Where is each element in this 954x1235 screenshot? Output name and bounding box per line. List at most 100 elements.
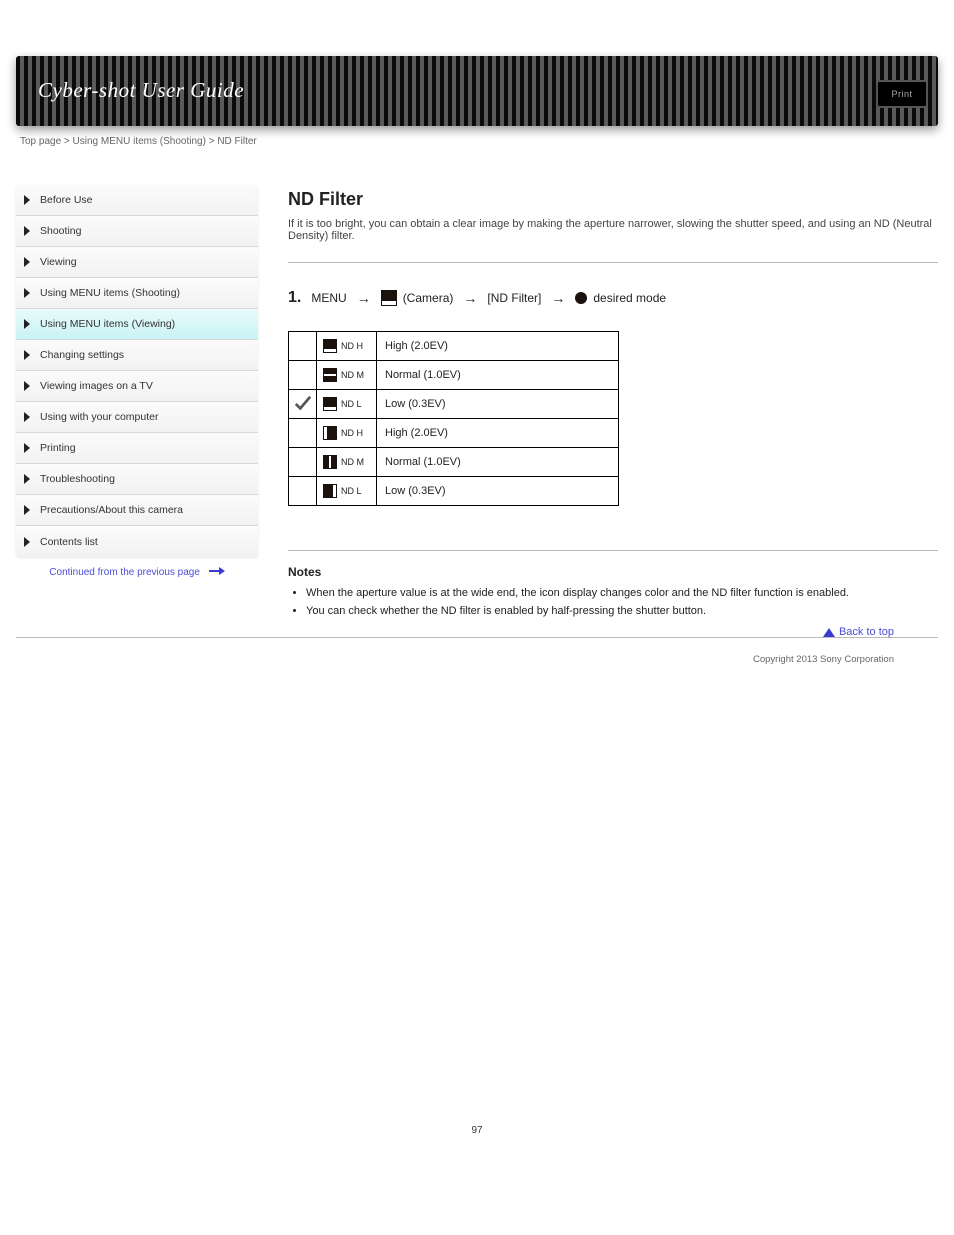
caret-right-icon — [24, 350, 34, 360]
app-title: Cyber-shot User Guide — [38, 78, 244, 103]
sidebar-item-6[interactable]: Viewing images on a TV — [16, 371, 258, 402]
sidebar-item-3[interactable]: Using MENU items (Shooting) — [16, 278, 258, 309]
note-item: When the aperture value is at the wide e… — [306, 587, 938, 599]
table-row: ND L Low (0.3EV) — [289, 477, 619, 506]
sidebar-item-label: Viewing images on a TV — [40, 380, 153, 392]
step-mode: desired mode — [593, 291, 666, 305]
section-sub: If it is too bright, you can obtain a cl… — [288, 218, 938, 242]
nd-icon — [323, 455, 337, 469]
icon-cell: ND H — [317, 332, 377, 361]
check-cell — [289, 332, 317, 361]
label-cell: Normal (1.0EV) — [377, 361, 619, 390]
nd-icon — [323, 339, 337, 353]
sidebar-item-label: Using MENU items (Viewing) — [40, 318, 175, 330]
icon-cell: ND M — [317, 361, 377, 390]
nd-code: ND L — [341, 486, 362, 496]
caret-right-icon — [24, 474, 34, 484]
control-dot-icon — [575, 292, 587, 304]
label-cell: High (2.0EV) — [377, 332, 619, 361]
sidebar-item-label: Printing — [40, 442, 76, 454]
nd-icon — [323, 397, 337, 411]
caret-right-icon — [24, 505, 34, 515]
table-row: ND M Normal (1.0EV) — [289, 361, 619, 390]
options-table: ND HHigh (2.0EV)ND MNormal (1.0EV)ND LLo… — [288, 331, 619, 506]
caret-right-icon — [24, 288, 34, 298]
sidebar-item-label: Viewing — [40, 256, 77, 268]
nd-code: ND H — [341, 341, 363, 351]
label-cell: Normal (1.0EV) — [377, 448, 619, 477]
sidebar-item-9[interactable]: Troubleshooting — [16, 464, 258, 495]
section-title: ND Filter — [288, 189, 938, 210]
sidebar-item-label: Precautions/About this camera — [40, 504, 183, 516]
sidebar-item-10[interactable]: Precautions/About this camera — [16, 495, 258, 526]
nd-icon — [323, 426, 337, 440]
caret-right-icon — [24, 226, 34, 236]
caret-right-icon — [24, 257, 34, 267]
sidebar: Before Use Shooting Viewing Using MENU item… — [16, 185, 258, 557]
nd-icon — [323, 484, 337, 498]
continued-link[interactable]: Continued from the previous page — [16, 567, 258, 578]
check-cell — [289, 419, 317, 448]
caret-right-icon — [24, 412, 34, 422]
sidebar-item-label: Changing settings — [40, 349, 124, 361]
back-to-top[interactable]: Back to top — [823, 626, 894, 638]
sidebar-item-0[interactable]: Before Use — [16, 185, 258, 216]
breadcrumb[interactable]: Top page > Using MENU items (Shooting) >… — [20, 136, 938, 147]
label-cell: Low (0.3EV) — [377, 477, 619, 506]
arrow-icon: → — [463, 290, 477, 306]
continue-arrow-icon — [209, 567, 225, 578]
sidebar-item-8[interactable]: Printing — [16, 433, 258, 464]
copyright: Copyright 2013 Sony Corporation — [16, 654, 938, 665]
sidebar-item-label: Using MENU items (Shooting) — [40, 287, 180, 299]
table-row: ND M Normal (1.0EV) — [289, 448, 619, 477]
back-to-top-label: Back to top — [839, 626, 894, 638]
icon-cell: ND M — [317, 448, 377, 477]
divider — [288, 550, 938, 551]
divider — [288, 262, 938, 263]
arrow-icon: → — [551, 290, 565, 306]
nd-code: ND M — [341, 370, 364, 380]
continued-label: Continued from the previous page — [49, 567, 200, 578]
check-cell — [289, 361, 317, 390]
sidebar-item-2[interactable]: Viewing — [16, 247, 258, 278]
check-cell — [289, 390, 317, 419]
check-cell — [289, 448, 317, 477]
footer: Back to top Copyright 2013 Sony Corporat… — [16, 637, 938, 665]
sidebar-item-label: Using with your computer — [40, 411, 158, 423]
icon-cell: ND L — [317, 390, 377, 419]
table-row: ND H High (2.0EV) — [289, 332, 619, 361]
icon-cell: ND L — [317, 477, 377, 506]
print-button[interactable]: Print — [876, 80, 928, 108]
icon-cell: ND H — [317, 419, 377, 448]
arrow-icon: → — [357, 290, 371, 306]
step-camera: (Camera) — [403, 291, 454, 305]
table-row: ND HHigh (2.0EV) — [289, 419, 619, 448]
camera-icon — [381, 290, 397, 306]
sidebar-item-label: Contents list — [40, 536, 98, 548]
caret-right-icon — [24, 195, 34, 205]
sidebar-item-7[interactable]: Using with your computer — [16, 402, 258, 433]
caret-right-icon — [24, 381, 34, 391]
check-cell — [289, 477, 317, 506]
sidebar-item-5[interactable]: Changing settings — [16, 340, 258, 371]
sidebar-item-4[interactable]: Using MENU items (Viewing) — [16, 309, 258, 340]
sidebar-item-label: Troubleshooting — [40, 473, 115, 485]
sidebar-item-label: Before Use — [40, 194, 93, 206]
nd-code: ND M — [341, 457, 364, 467]
step-menu: MENU — [311, 291, 346, 305]
label-cell: High (2.0EV) — [377, 419, 619, 448]
caret-right-icon — [24, 537, 34, 547]
sidebar-item-1[interactable]: Shooting — [16, 216, 258, 247]
step-number: 1. — [288, 289, 301, 307]
nd-icon — [323, 368, 337, 382]
up-triangle-icon — [823, 628, 835, 637]
note-item: You can check whether the ND filter is e… — [306, 605, 938, 617]
notes-list: When the aperture value is at the wide e… — [306, 587, 938, 617]
step-ndfilter: [ND Filter] — [487, 291, 541, 305]
caret-right-icon — [24, 319, 34, 329]
notes-heading: Notes — [288, 565, 938, 579]
label-cell: Low (0.3EV) — [377, 390, 619, 419]
nd-code: ND L — [341, 399, 362, 409]
page-number: 97 — [16, 1125, 938, 1136]
sidebar-item-11[interactable]: Contents list — [16, 526, 258, 557]
